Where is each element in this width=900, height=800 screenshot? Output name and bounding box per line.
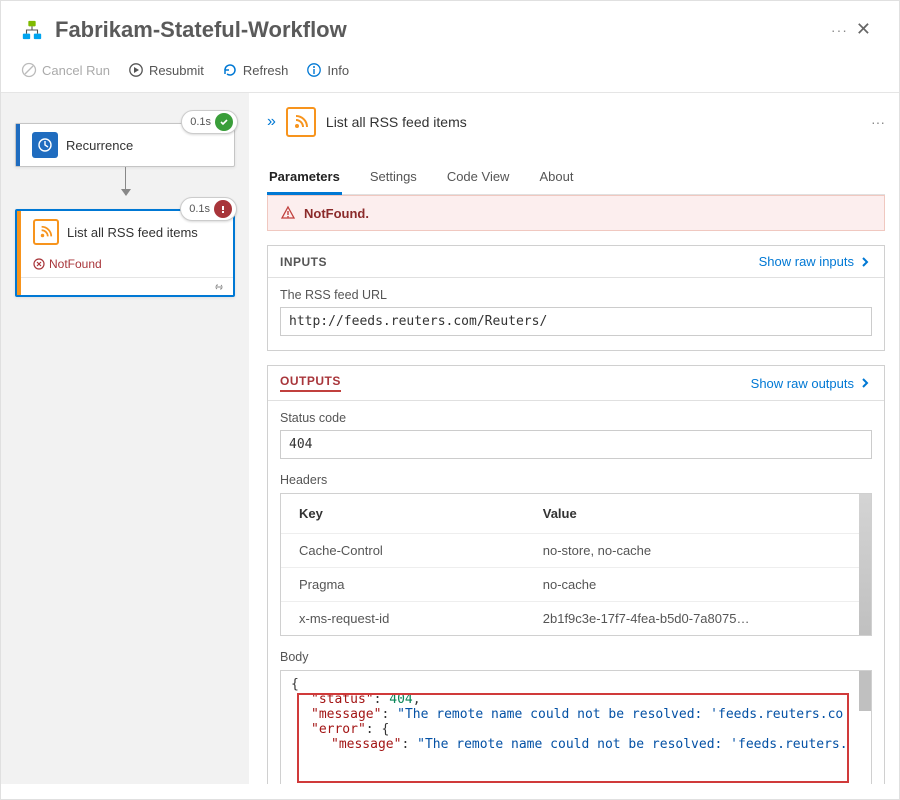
chevron-right-icon xyxy=(858,255,872,269)
status-code-label: Status code xyxy=(280,411,872,425)
designer-canvas[interactable]: 0.1s Recurrence 0.1s List all RSS feed i… xyxy=(1,93,249,784)
node-rss[interactable]: 0.1s List all RSS feed items NotFound xyxy=(15,209,235,297)
refresh-icon xyxy=(222,62,238,78)
show-raw-outputs-link[interactable]: Show raw outputs xyxy=(751,376,872,391)
alert-text: NotFound. xyxy=(304,206,369,221)
refresh-label: Refresh xyxy=(243,63,289,78)
warning-icon xyxy=(280,205,296,221)
error-alert: NotFound. xyxy=(267,195,885,231)
success-icon xyxy=(215,113,233,131)
node-badge: 0.1s xyxy=(180,197,237,221)
inputs-section: INPUTS Show raw inputs The RSS feed URL xyxy=(267,245,885,351)
resubmit-button[interactable]: Resubmit xyxy=(128,62,204,78)
error-circle-icon xyxy=(33,258,45,270)
title-more-icon[interactable]: ··· xyxy=(831,22,848,38)
headers-table: Key Value Cache-Control no-store, no-cac… xyxy=(280,493,872,636)
workflow-icon xyxy=(21,19,43,41)
cancel-icon xyxy=(21,62,37,78)
node-label: Recurrence xyxy=(66,138,133,153)
link-icon[interactable] xyxy=(213,281,225,293)
node-badge: 0.1s xyxy=(181,110,238,134)
node-error-status: NotFound xyxy=(17,253,233,277)
inputs-title: INPUTS xyxy=(280,255,327,269)
node-recurrence[interactable]: 0.1s Recurrence xyxy=(15,123,235,167)
body-viewer[interactable]: { "status": 404, "message": "The remote … xyxy=(280,670,872,784)
cancel-run-button: Cancel Run xyxy=(21,62,110,78)
outputs-section: OUTPUTS Show raw outputs Status code Hea… xyxy=(267,365,885,784)
tab-settings[interactable]: Settings xyxy=(368,161,419,194)
outputs-title: OUTPUTS xyxy=(280,374,341,392)
table-row: Pragma no-cache xyxy=(281,568,871,602)
table-row: Cache-Control no-store, no-cache xyxy=(281,534,871,568)
card-accent xyxy=(17,211,21,295)
table-row: x-ms-request-id 2b1f9c3e-17f7-4fea-b5d0-… xyxy=(281,602,871,635)
rss-url-label: The RSS feed URL xyxy=(280,288,872,302)
refresh-button[interactable]: Refresh xyxy=(222,62,289,78)
close-icon[interactable]: ✕ xyxy=(848,15,879,44)
tab-bar: Parameters Settings Code View About xyxy=(267,161,885,195)
col-value: Value xyxy=(543,506,853,521)
badge-time: 0.1s xyxy=(190,116,211,128)
cancel-label: Cancel Run xyxy=(42,63,110,78)
body-label: Body xyxy=(280,650,872,664)
tab-parameters[interactable]: Parameters xyxy=(267,161,342,194)
chevron-right-icon xyxy=(858,376,872,390)
node-label: List all RSS feed items xyxy=(67,225,198,240)
connector-arrow xyxy=(125,167,126,195)
page-title: Fabrikam-Stateful-Workflow xyxy=(55,17,821,43)
details-panel: » List all RSS feed items ··· Parameters… xyxy=(249,93,899,784)
collapse-icon[interactable]: » xyxy=(267,113,276,131)
card-footer xyxy=(17,277,233,295)
col-key: Key xyxy=(299,506,543,521)
scrollbar[interactable] xyxy=(859,494,871,635)
info-label: Info xyxy=(327,63,349,78)
status-code-field[interactable] xyxy=(280,430,872,459)
badge-time: 0.1s xyxy=(189,203,210,215)
info-button[interactable]: Info xyxy=(306,62,349,78)
show-raw-inputs-link[interactable]: Show raw inputs xyxy=(759,254,872,269)
title-bar: Fabrikam-Stateful-Workflow ··· ✕ xyxy=(1,1,899,52)
info-icon xyxy=(306,62,322,78)
panel-more-icon[interactable]: ··· xyxy=(871,114,885,130)
headers-label: Headers xyxy=(280,473,872,487)
tab-code-view[interactable]: Code View xyxy=(445,161,512,194)
error-icon xyxy=(214,200,232,218)
clock-icon xyxy=(32,132,58,158)
panel-title: List all RSS feed items xyxy=(326,114,861,130)
tab-about[interactable]: About xyxy=(537,161,575,194)
rss-icon xyxy=(286,107,316,137)
resubmit-icon xyxy=(128,62,144,78)
resubmit-label: Resubmit xyxy=(149,63,204,78)
card-accent xyxy=(16,124,20,166)
scrollbar[interactable] xyxy=(859,671,871,711)
table-header: Key Value xyxy=(281,494,871,534)
rss-url-field[interactable] xyxy=(280,307,872,336)
toolbar: Cancel Run Resubmit Refresh Info xyxy=(1,52,899,92)
rss-icon xyxy=(33,219,59,245)
